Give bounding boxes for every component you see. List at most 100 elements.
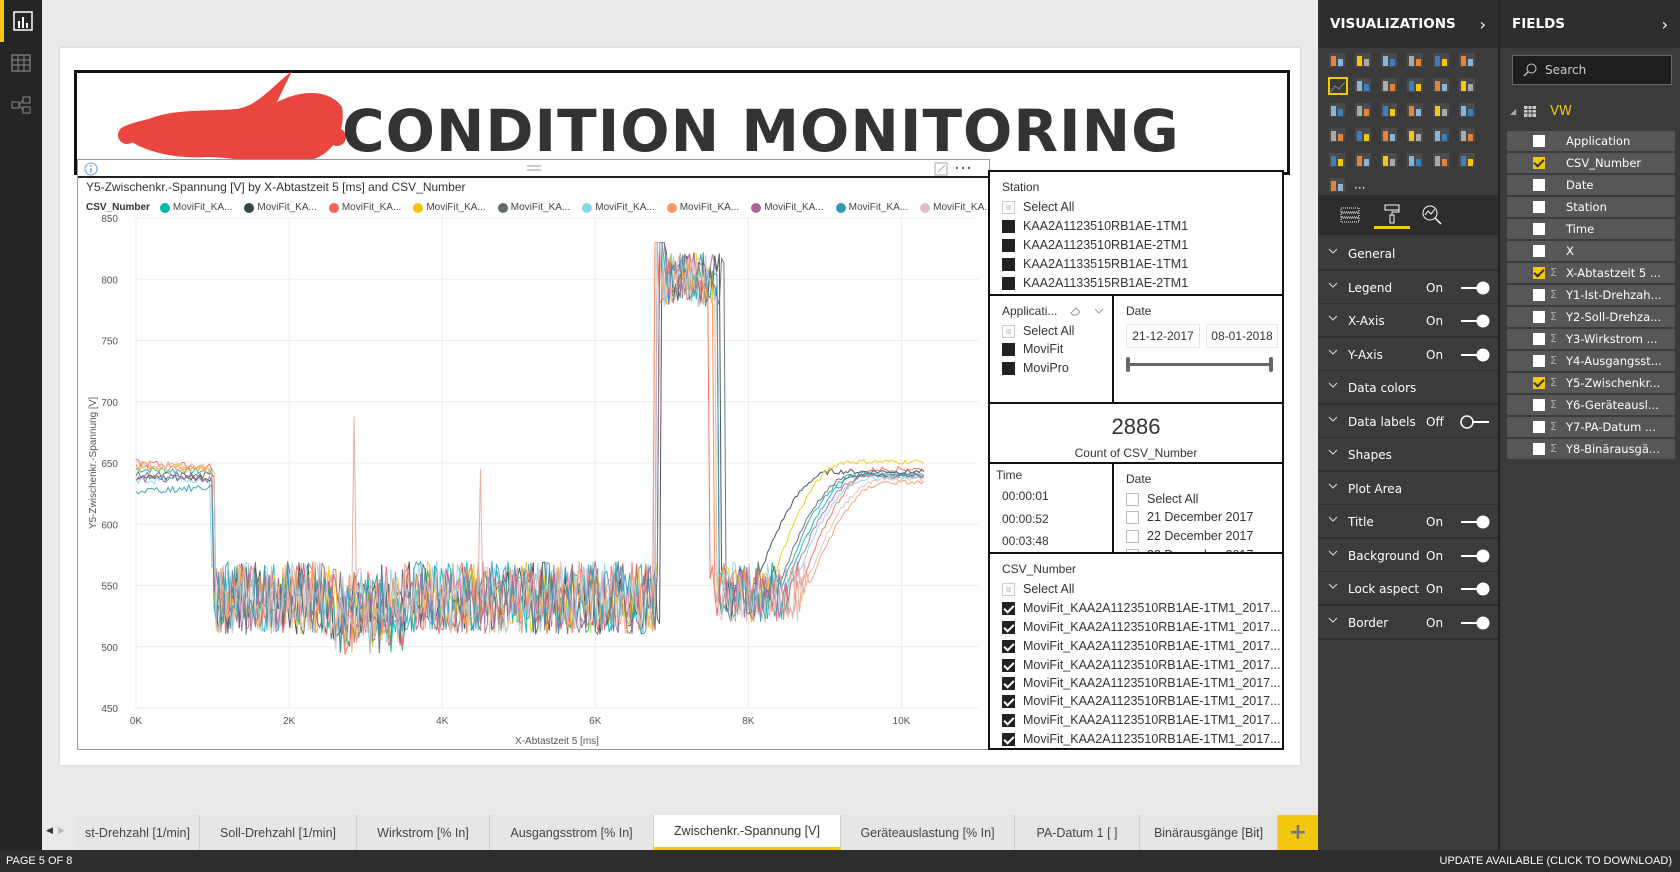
checkbox[interactable] (1002, 324, 1015, 338)
legend-item[interactable]: MoviFit_KA... (328, 202, 401, 213)
date-from-input[interactable]: 21-12-2017 (1126, 324, 1200, 348)
checkbox[interactable] (1002, 639, 1015, 653)
checkbox[interactable] (1002, 361, 1015, 375)
visual-type-icon[interactable] (1458, 152, 1478, 170)
field-item[interactable]: Date (1507, 175, 1675, 195)
visual-type-icon[interactable] (1432, 77, 1452, 95)
more-visuals-icon[interactable]: ··· (1354, 177, 1374, 195)
select-all-item[interactable]: Select All (1126, 492, 1198, 506)
field-checkbox[interactable] (1533, 289, 1545, 301)
visual-type-icon[interactable] (1406, 77, 1426, 95)
select-all-item[interactable]: Select All (1002, 200, 1074, 214)
legend-item[interactable]: MoviFit_KA... (159, 202, 232, 213)
field-checkbox[interactable] (1533, 355, 1545, 367)
relationships-view-button[interactable] (0, 84, 42, 126)
visual-type-icon[interactable] (1354, 77, 1374, 95)
field-checkbox[interactable] (1533, 399, 1545, 411)
page-tab-active[interactable]: Zwischenkr.-Spannung [V] (654, 815, 841, 850)
visual-type-icon[interactable] (1380, 102, 1400, 120)
format-row-border[interactable]: Border On (1318, 605, 1498, 640)
checkbox[interactable] (1126, 529, 1139, 543)
visual-type-icon[interactable] (1328, 177, 1348, 195)
format-row-y-axis[interactable]: Y-Axis On (1318, 337, 1498, 372)
visual-type-icon[interactable] (1354, 127, 1374, 145)
table-vw[interactable]: ◢ VW (1510, 104, 1572, 119)
visual-type-icon[interactable] (1328, 52, 1348, 70)
checkbox[interactable] (1126, 492, 1139, 506)
add-page-button[interactable]: + (1278, 815, 1318, 850)
page-tab[interactable]: PA-Datum 1 [ ] (1015, 815, 1140, 850)
checkbox[interactable] (1002, 713, 1015, 727)
line-chart-type-icon[interactable] (1328, 77, 1348, 95)
slicer-item[interactable]: 22 December 2017 (1126, 529, 1253, 543)
page-tab[interactable]: Soll-Drehzahl [1/min] (200, 815, 357, 850)
page-tab[interactable]: Geräteauslastung [% In] (841, 815, 1015, 850)
toggle-on[interactable] (1459, 314, 1491, 328)
slicer-item[interactable]: KAA2A1133515RB1AE-2TM1 (1002, 276, 1188, 290)
slicer-item[interactable]: MoviFit_KAA2A1123510RB1AE-1TM1_2017... (1002, 713, 1281, 727)
page-tab[interactable]: Binärausgänge [Bit] (1140, 815, 1278, 850)
field-item[interactable]: Σ Y1-Ist-Drehzah... (1507, 285, 1675, 305)
eraser-icon[interactable] (1070, 306, 1082, 316)
visual-type-icon[interactable] (1328, 152, 1348, 170)
field-item[interactable]: Σ Y6-Geräteausl... (1507, 395, 1675, 415)
visual-type-icon[interactable] (1458, 77, 1478, 95)
checkbox[interactable] (1126, 510, 1139, 524)
collapse-chevron-icon[interactable]: › (1480, 15, 1486, 34)
checkbox[interactable] (1002, 620, 1015, 634)
field-checkbox[interactable] (1533, 201, 1545, 213)
legend-item[interactable]: MoviFit_KA... (835, 202, 908, 213)
slicer-item[interactable]: MoviFit_KAA2A1123510RB1AE-1TM1_2017... (1002, 676, 1281, 690)
visual-type-icon[interactable] (1354, 152, 1374, 170)
visual-type-icon[interactable] (1380, 52, 1400, 70)
checkbox[interactable] (1002, 276, 1015, 290)
format-row-x-axis[interactable]: X-Axis On (1318, 304, 1498, 338)
field-item[interactable]: Σ Y2-Soll-Drehza... (1507, 307, 1675, 327)
visual-type-icon[interactable] (1406, 127, 1426, 145)
field-checkbox[interactable] (1533, 443, 1545, 455)
tab-scroll-right-icon[interactable]: ▶ (58, 826, 65, 836)
toggle-on[interactable] (1459, 582, 1491, 596)
legend-item[interactable]: MoviFit_KA... (244, 202, 317, 213)
field-checkbox[interactable] (1533, 245, 1545, 257)
checkbox[interactable] (1002, 342, 1015, 356)
legend-item[interactable]: MoviFit_KA... (413, 202, 486, 213)
expand-triangle-icon[interactable]: ◢ (1510, 107, 1516, 116)
format-row-background[interactable]: Background On (1318, 538, 1498, 573)
field-checkbox[interactable] (1533, 223, 1545, 235)
report-view-button[interactable] (0, 0, 42, 42)
visual-type-icon[interactable] (1328, 102, 1348, 120)
field-checkbox[interactable] (1533, 157, 1545, 169)
legend-item[interactable]: MoviFit_KA... (920, 202, 993, 213)
checkbox[interactable] (1002, 676, 1015, 690)
format-tab[interactable] (1374, 201, 1410, 229)
visual-type-icon[interactable] (1458, 102, 1478, 120)
checkbox[interactable] (1002, 582, 1015, 596)
toggle-on[interactable] (1459, 281, 1491, 295)
update-available-link[interactable]: UPDATE AVAILABLE (CLICK TO DOWNLOAD) (1440, 855, 1672, 867)
visual-type-icon[interactable] (1432, 52, 1452, 70)
tab-scroll-left-icon[interactable]: ◀ (46, 826, 53, 836)
slicer-item[interactable]: MoviFit_KAA2A1123510RB1AE-1TM1_2017... (1002, 732, 1281, 746)
format-row-general[interactable]: General (1318, 237, 1498, 271)
checkbox[interactable] (1002, 219, 1015, 233)
field-item[interactable]: Station (1507, 197, 1675, 217)
visual-type-icon[interactable] (1328, 127, 1348, 145)
visual-type-icon[interactable] (1354, 52, 1374, 70)
data-view-button[interactable] (0, 42, 42, 84)
visual-type-icon[interactable] (1458, 52, 1478, 70)
field-checkbox[interactable] (1533, 333, 1545, 345)
line-chart-visual[interactable]: 450 500 550 600 650 700 750 800 850 0K 2K 4K 6K 8K 10K… (77, 159, 993, 750)
field-item[interactable]: Σ Y8-Binärausgä... (1507, 439, 1675, 459)
field-item[interactable]: Σ Y3-Wirkstrom ... (1507, 329, 1675, 349)
field-item[interactable]: Σ Y7-PA-Datum ... (1507, 417, 1675, 437)
format-row-legend[interactable]: Legend On (1318, 270, 1498, 305)
visual-type-icon[interactable] (1432, 152, 1452, 170)
collapse-chevron-icon[interactable]: › (1662, 15, 1668, 34)
format-row-lock-aspect[interactable]: Lock aspect On (1318, 572, 1498, 606)
field-item[interactable]: Σ Y4-Ausgangsst... (1507, 351, 1675, 371)
time-item[interactable]: 00:00:01 (1002, 489, 1049, 503)
legend-item[interactable]: MoviFit_KA... (582, 202, 655, 213)
field-checkbox[interactable] (1533, 311, 1545, 323)
field-checkbox[interactable] (1533, 179, 1545, 191)
